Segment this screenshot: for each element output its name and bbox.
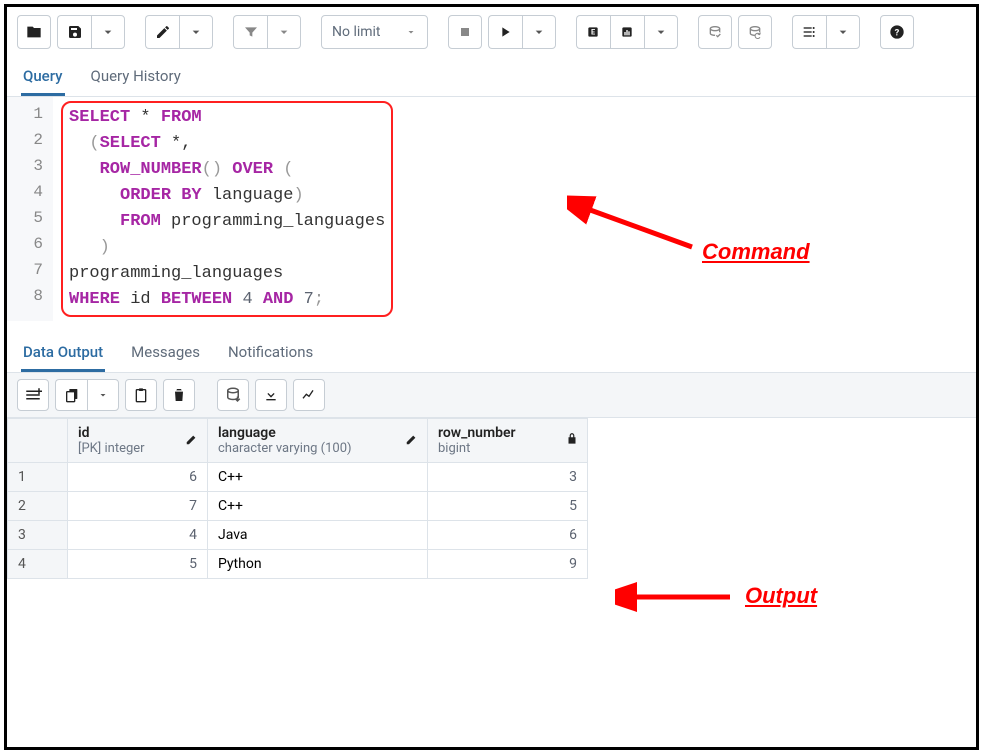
- explain-dropdown[interactable]: [644, 15, 678, 49]
- copy-button[interactable]: [55, 379, 87, 411]
- sql-editor[interactable]: 12345678 SELECT * FROM (SELECT *, ROW_NU…: [7, 97, 976, 321]
- tab-notifications[interactable]: Notifications: [226, 333, 315, 372]
- save-dropdown[interactable]: [91, 15, 125, 49]
- svg-text:?: ?: [894, 27, 899, 38]
- filter-button[interactable]: [233, 15, 267, 49]
- commit-button[interactable]: [698, 15, 732, 49]
- tab-query-history[interactable]: Query History: [89, 57, 183, 96]
- edit-icon: [405, 432, 419, 450]
- run-button[interactable]: [488, 15, 522, 49]
- output-arrow: [615, 577, 735, 617]
- copy-dropdown[interactable]: [87, 379, 119, 411]
- col-header-language[interactable]: language character varying (100): [208, 419, 428, 463]
- download-button[interactable]: [255, 379, 287, 411]
- col-header-rownumber[interactable]: row_number bigint: [428, 419, 588, 463]
- line-gutter: 12345678: [7, 97, 53, 321]
- paste-button[interactable]: [125, 379, 157, 411]
- table-row[interactable]: 4 5 Python 9: [8, 550, 588, 579]
- result-tabs: Data Output Messages Notifications: [7, 333, 976, 373]
- analyze-button[interactable]: [610, 15, 644, 49]
- limit-dropdown[interactable]: No limit: [321, 15, 428, 49]
- macros-dropdown[interactable]: [826, 15, 860, 49]
- filter-dropdown[interactable]: [267, 15, 301, 49]
- output-annotation: Output: [745, 583, 817, 609]
- macros-button[interactable]: [792, 15, 826, 49]
- editor-tabs: Query Query History: [7, 57, 976, 97]
- result-toolbar: [7, 373, 976, 418]
- tab-data-output[interactable]: Data Output: [21, 333, 105, 372]
- rollback-button[interactable]: [738, 15, 772, 49]
- delete-button[interactable]: [163, 379, 195, 411]
- code-area[interactable]: SELECT * FROM (SELECT *, ROW_NUMBER() OV…: [53, 97, 401, 321]
- edit-icon: [185, 432, 199, 450]
- result-grid: id [PK] integer language character varyi…: [7, 418, 588, 579]
- col-header-id[interactable]: id [PK] integer: [68, 419, 208, 463]
- command-arrow: [567, 187, 697, 267]
- limit-label: No limit: [332, 24, 381, 40]
- add-row-button[interactable]: [17, 379, 49, 411]
- stop-button[interactable]: [448, 15, 482, 49]
- table-row[interactable]: 3 4 Java 6: [8, 521, 588, 550]
- lock-icon: [565, 432, 579, 450]
- save-button[interactable]: [57, 15, 91, 49]
- tab-messages[interactable]: Messages: [129, 333, 202, 372]
- table-row[interactable]: 2 7 C++ 5: [8, 492, 588, 521]
- save-data-button[interactable]: [217, 379, 249, 411]
- help-button[interactable]: ?: [880, 15, 914, 49]
- edit-dropdown[interactable]: [179, 15, 213, 49]
- table-row[interactable]: 1 6 C++ 3: [8, 463, 588, 492]
- main-toolbar: No limit E ?: [7, 7, 976, 57]
- grid-corner: [8, 419, 68, 463]
- explain-button[interactable]: E: [576, 15, 610, 49]
- run-dropdown[interactable]: [522, 15, 556, 49]
- chart-button[interactable]: [293, 379, 325, 411]
- command-annotation: Command: [702, 239, 810, 265]
- open-file-button[interactable]: [17, 15, 51, 49]
- svg-text:E: E: [591, 28, 595, 37]
- tab-query[interactable]: Query: [21, 57, 65, 96]
- edit-button[interactable]: [145, 15, 179, 49]
